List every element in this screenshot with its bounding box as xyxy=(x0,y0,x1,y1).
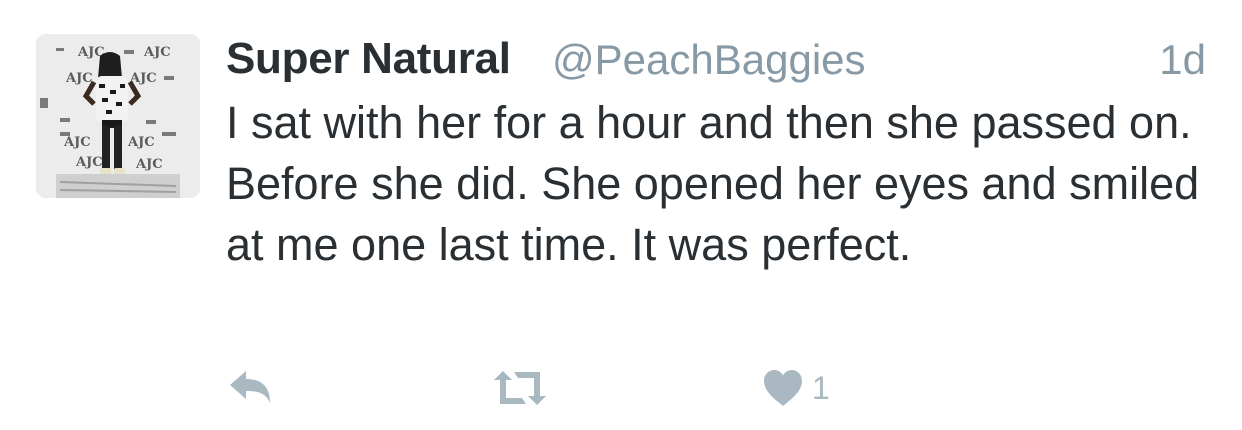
like-button[interactable]: 1 xyxy=(762,360,830,416)
tweet-actions: 1 xyxy=(226,360,926,416)
backdrop-logo: AJC xyxy=(143,45,171,60)
backdrop-logo: AJC xyxy=(63,135,91,150)
retweet-icon xyxy=(494,371,546,405)
heart-icon xyxy=(764,370,802,406)
backdrop-logo: AJC xyxy=(135,157,163,172)
display-name[interactable]: Super Natural xyxy=(226,34,511,84)
backdrop-logo: AJC xyxy=(65,71,93,86)
user-handle[interactable]: @PeachBaggies xyxy=(552,36,866,84)
tweet-header: Super Natural @PeachBaggies 1d xyxy=(226,30,1206,90)
timestamp[interactable]: 1d xyxy=(1159,36,1206,84)
backdrop-logo: AJC xyxy=(127,135,155,150)
tweet-text: I sat with her for a hour and then she p… xyxy=(226,97,1200,270)
backdrop-logo: AJC xyxy=(75,155,103,170)
like-count: 1 xyxy=(812,369,830,406)
reply-button[interactable] xyxy=(228,360,274,416)
tweet-card[interactable]: AJC AJC AJC AJC AJC AJC AJC AJC Super Na… xyxy=(0,0,1242,430)
avatar[interactable]: AJC AJC AJC AJC AJC AJC AJC AJC xyxy=(36,34,200,198)
reply-icon xyxy=(230,371,270,403)
profile-photo-icon: AJC AJC AJC AJC AJC AJC AJC AJC xyxy=(36,34,200,198)
retweet-button[interactable] xyxy=(492,360,548,416)
